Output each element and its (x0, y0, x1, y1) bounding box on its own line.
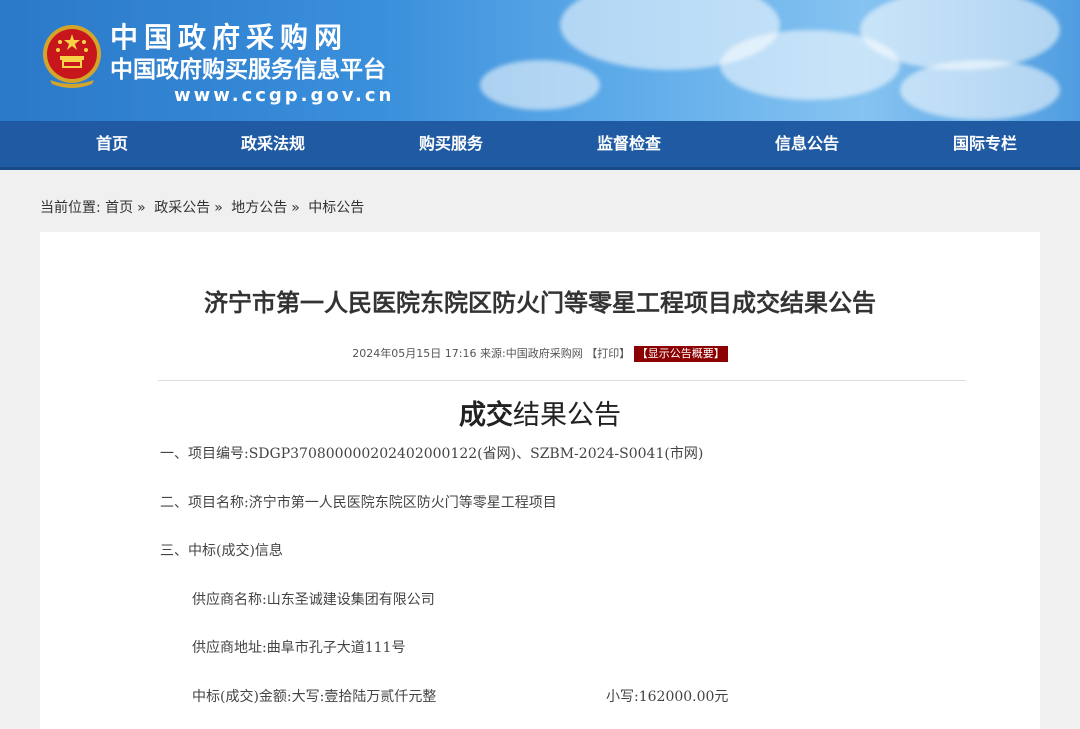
show-summary-button[interactable]: 【显示公告概要】 (633, 346, 728, 362)
print-button[interactable]: 【打印】 (586, 347, 630, 360)
breadcrumb-home[interactable]: 首页 (105, 200, 133, 216)
document-heading: 成交结果公告 (40, 398, 1040, 434)
page-title: 济宁市第一人民医院东院区防火门等零星工程项目成交结果公告 (204, 289, 876, 317)
site-url[interactable]: www.ccgp.gov.cn (174, 86, 394, 106)
project-name-line: 二、项目名称:济宁市第一人民医院东院区防火门等零星工程项目 (160, 495, 557, 511)
source-name: 中国政府采购网 (505, 347, 583, 360)
breadcrumb-separator: » (214, 200, 223, 216)
breadcrumb-separator: » (291, 200, 300, 216)
site-name[interactable]: 中国政府采购网 (110, 22, 348, 54)
award-amount-lower-line: 小写:162000.00元 (606, 689, 729, 705)
nav-item-home[interactable]: 首页 (52, 121, 172, 167)
award-amount-upper-line: 中标(成交)金额:大写:壹拾陆万贰仟元整 (192, 689, 437, 705)
breadcrumb: 当前位置: 首页» 政采公告» 地方公告» 中标公告 (40, 198, 364, 218)
site-subtitle[interactable]: 中国政府购买服务信息平台 (110, 56, 386, 84)
project-number-line: 一、项目编号:SDGP370800000202402000122(省网)、SZB… (160, 446, 704, 462)
award-info-heading: 三、中标(成交)信息 (160, 543, 283, 559)
nav-item-announcements[interactable]: 信息公告 (747, 121, 867, 167)
nav-item-international[interactable]: 国际专栏 (925, 121, 1045, 167)
supplier-address-line: 供应商地址:曲阜市孔子大道111号 (192, 640, 406, 656)
article-panel: 济宁市第一人民医院东院区防火门等零星工程项目成交结果公告 2024年05月15日… (40, 232, 1040, 729)
article-meta: 2024年05月15日 17:16 来源:中国政府采购网 【打印】 【显示公告概… (40, 346, 1040, 362)
document-heading-rest: 结果公告 (513, 400, 621, 431)
nav-item-supervision[interactable]: 监督检查 (569, 121, 689, 167)
main-nav: 首页 政采法规 购买服务 监督检查 信息公告 国际专栏 (0, 121, 1080, 170)
nav-item-regulations[interactable]: 政采法规 (213, 121, 333, 167)
breadcrumb-prefix: 当前位置: (40, 200, 101, 216)
source-label: 来源: (479, 347, 506, 360)
publish-datetime: 2024年05月15日 17:16 (352, 347, 477, 360)
breadcrumb-procurement-notices[interactable]: 政采公告 (154, 200, 210, 216)
document-heading-bold: 成交 (459, 400, 513, 431)
breadcrumb-separator: » (137, 200, 146, 216)
national-emblem-icon[interactable] (40, 22, 104, 90)
cloud-decoration (480, 60, 600, 110)
site-header-banner: 中国政府采购网 中国政府购买服务信息平台 www.ccgp.gov.cn (0, 0, 1080, 121)
cloud-decoration (900, 60, 1060, 120)
divider (158, 380, 966, 381)
supplier-name-line: 供应商名称:山东圣诚建设集团有限公司 (192, 592, 435, 608)
breadcrumb-local-notices[interactable]: 地方公告 (231, 200, 287, 216)
nav-item-purchase-services[interactable]: 购买服务 (391, 121, 511, 167)
breadcrumb-award-notices[interactable]: 中标公告 (308, 200, 364, 216)
